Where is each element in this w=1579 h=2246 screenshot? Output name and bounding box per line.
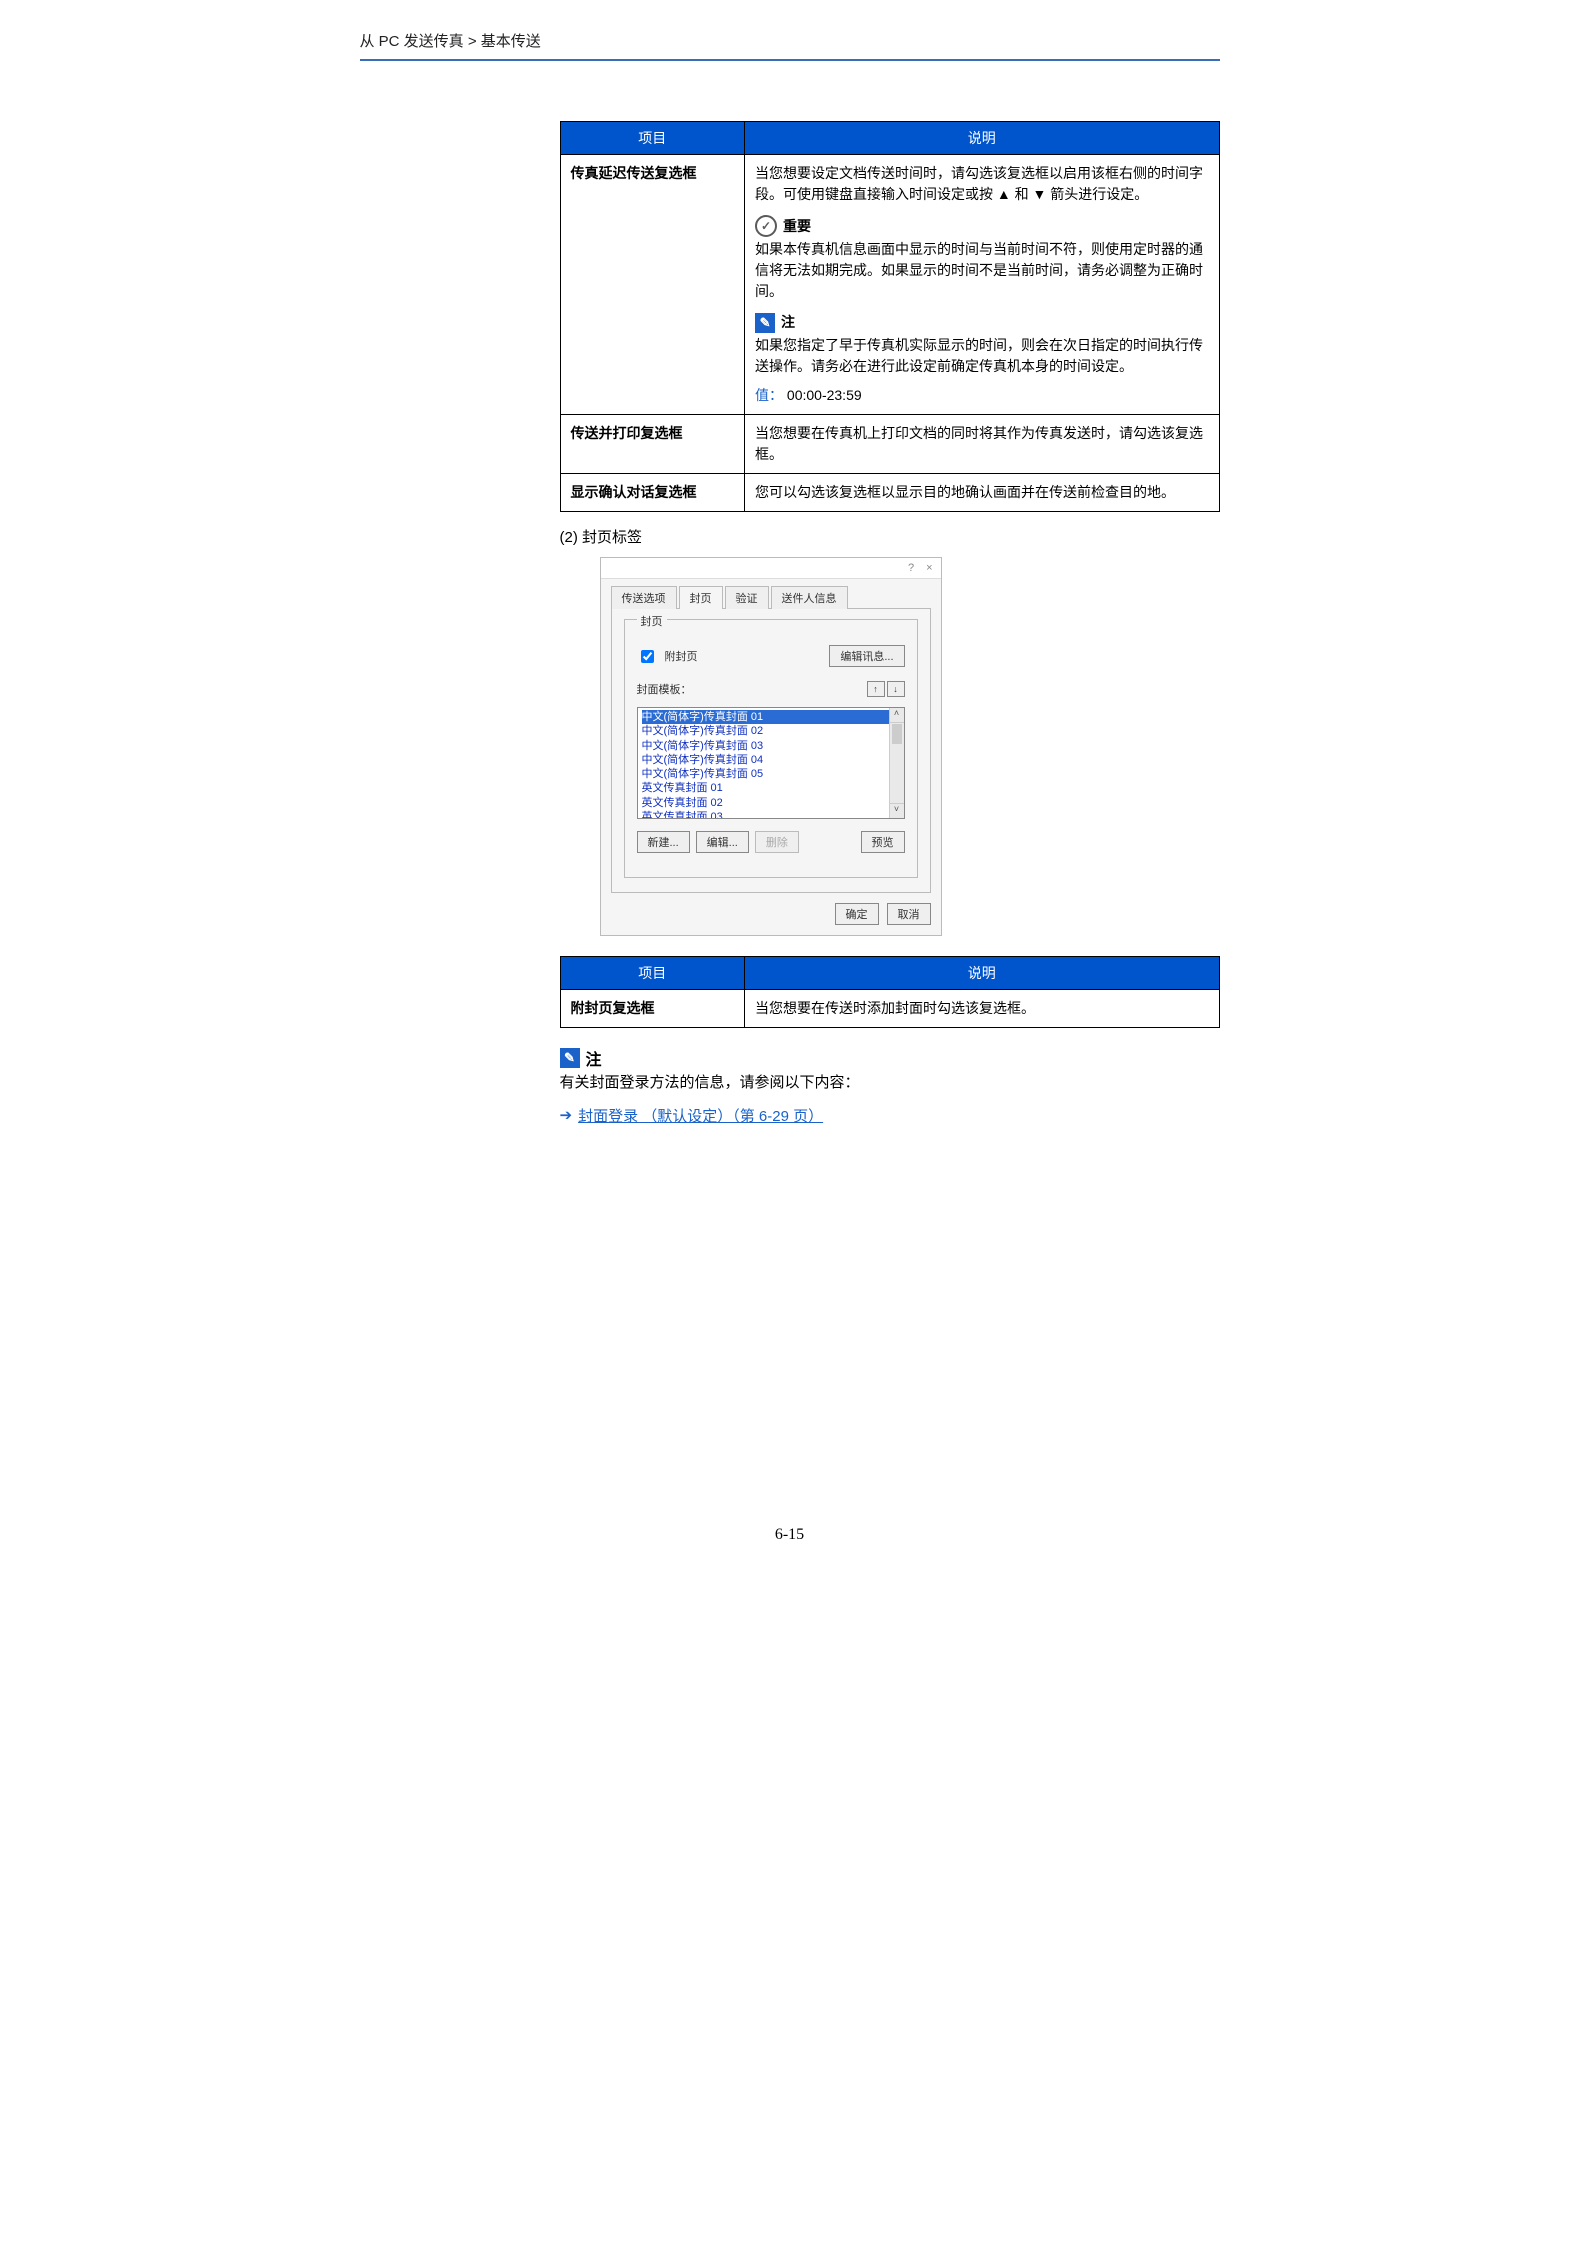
- value-range: 00:00-23:59: [787, 387, 862, 403]
- list-item[interactable]: 英文传真封面 01: [642, 781, 900, 795]
- table1-header-item: 项目: [560, 122, 745, 155]
- help-icon[interactable]: ?: [908, 562, 914, 574]
- note-icon: ✎: [560, 1048, 580, 1068]
- list-item[interactable]: 中文(简体字)传真封面 02: [642, 724, 900, 738]
- attach-cover-checkbox[interactable]: [641, 650, 654, 663]
- table-row: 传送并打印复选框 当您想要在传真机上打印文档的同时将其作为传真发送时，请勾选该复…: [560, 415, 1219, 474]
- list-item[interactable]: 中文(简体字)传真封面 03: [642, 739, 900, 753]
- cancel-button[interactable]: 取消: [887, 903, 931, 925]
- list-item[interactable]: 中文(简体字)传真封面 01: [642, 710, 900, 724]
- note-title: 注: [781, 312, 795, 333]
- arrow-right-icon: ➔: [560, 1106, 573, 1124]
- preview-button[interactable]: 预览: [861, 831, 905, 853]
- note-icon: ✎: [755, 313, 775, 333]
- page-number: 6-15: [360, 1526, 1220, 1544]
- tab-auth[interactable]: 验证: [725, 586, 769, 609]
- bottom-note-title: 注: [586, 1046, 602, 1070]
- important-title: 重要: [783, 216, 811, 237]
- table2-header-item: 项目: [560, 957, 745, 990]
- settings-table-1: 项目 说明 传真延迟传送复选框 当您想要设定文档传送时间时，请勾选该复选框以启用…: [560, 121, 1220, 512]
- table-row: 显示确认对话复选框 您可以勾选该复选框以显示目的地确认画面并在传送前检查目的地。: [560, 474, 1219, 512]
- sort-down-icon[interactable]: ↓: [887, 681, 905, 697]
- attach-cover-label: 附封页: [665, 648, 698, 664]
- cover-page-dialog: ? × 传送选项 封页 验证 送件人信息 封页 附封页 编辑讯息...: [600, 557, 942, 936]
- table1-row0-desc: 当您想要设定文档传送时间时，请勾选该复选框以启用该框右侧的时间字段。可使用键盘直…: [755, 163, 1208, 205]
- settings-table-2: 项目 说明 附封页复选框 当您想要在传送时添加封面时勾选该复选框。: [560, 956, 1220, 1028]
- table1-row2-desc: 您可以勾选该复选框以显示目的地确认画面并在传送前检查目的地。: [745, 474, 1219, 512]
- list-item[interactable]: 中文(简体字)传真封面 04: [642, 753, 900, 767]
- table-row: 传真延迟传送复选框 当您想要设定文档传送时间时，请勾选该复选框以启用该框右侧的时…: [560, 155, 1219, 415]
- table2-row0-item: 附封页复选框: [571, 1000, 655, 1016]
- scroll-up-icon[interactable]: ˄: [890, 708, 904, 723]
- check-icon: ✓: [755, 215, 777, 237]
- tab-cover-page[interactable]: 封页: [679, 586, 723, 609]
- list-item[interactable]: 英文传真封面 03: [642, 810, 900, 819]
- table2-row0-desc: 当您想要在传送时添加封面时勾选该复选框。: [745, 990, 1219, 1028]
- tab-sender-info[interactable]: 送件人信息: [771, 586, 848, 609]
- section-2-label: (2) 封页标签: [560, 526, 1220, 547]
- table1-row1-desc: 当您想要在传真机上打印文档的同时将其作为传真发送时，请勾选该复选框。: [745, 415, 1219, 474]
- important-body: 如果本传真机信息画面中显示的时间与当前时间不符，则使用定时器的通信将无法如期完成…: [755, 239, 1208, 302]
- fieldset-legend: 封页: [637, 613, 667, 629]
- list-item[interactable]: 中文(简体字)传真封面 05: [642, 767, 900, 781]
- bottom-note-body: 有关封面登录方法的信息，请参阅以下内容：: [560, 1072, 1220, 1095]
- breadcrumb: 从 PC 发送传真 > 基本传送: [360, 30, 1220, 61]
- table1-header-desc: 说明: [745, 122, 1219, 155]
- template-label: 封面模板：: [637, 681, 692, 697]
- delete-button[interactable]: 删除: [755, 831, 799, 853]
- scroll-thumb[interactable]: [892, 724, 902, 744]
- table1-row1-item: 传送并打印复选框: [571, 425, 683, 441]
- edit-message-button[interactable]: 编辑讯息...: [829, 645, 904, 667]
- template-listbox[interactable]: 中文(简体字)传真封面 01 中文(简体字)传真封面 02 中文(简体字)传真封…: [637, 707, 905, 819]
- ok-button[interactable]: 确定: [835, 903, 879, 925]
- table2-header-desc: 说明: [745, 957, 1219, 990]
- value-label: 值：: [755, 387, 783, 403]
- new-button[interactable]: 新建...: [637, 831, 690, 853]
- list-item[interactable]: 英文传真封面 02: [642, 796, 900, 810]
- table-row: 附封页复选框 当您想要在传送时添加封面时勾选该复选框。: [560, 990, 1219, 1028]
- sort-up-icon[interactable]: ↑: [867, 681, 885, 697]
- cover-registration-link[interactable]: 封面登录 （默认设定）（第 6-29 页）: [578, 1105, 823, 1126]
- table1-row0-item: 传真延迟传送复选框: [560, 155, 745, 415]
- note-body: 如果您指定了早于传真机实际显示的时间，则会在次日指定的时间执行传送操作。请务必在…: [755, 335, 1208, 377]
- table1-row2-item: 显示确认对话复选框: [571, 484, 697, 500]
- edit-button[interactable]: 编辑...: [696, 831, 749, 853]
- close-icon[interactable]: ×: [926, 562, 932, 574]
- scroll-down-icon[interactable]: ˅: [890, 803, 904, 818]
- tab-send-options[interactable]: 传送选项: [611, 586, 677, 609]
